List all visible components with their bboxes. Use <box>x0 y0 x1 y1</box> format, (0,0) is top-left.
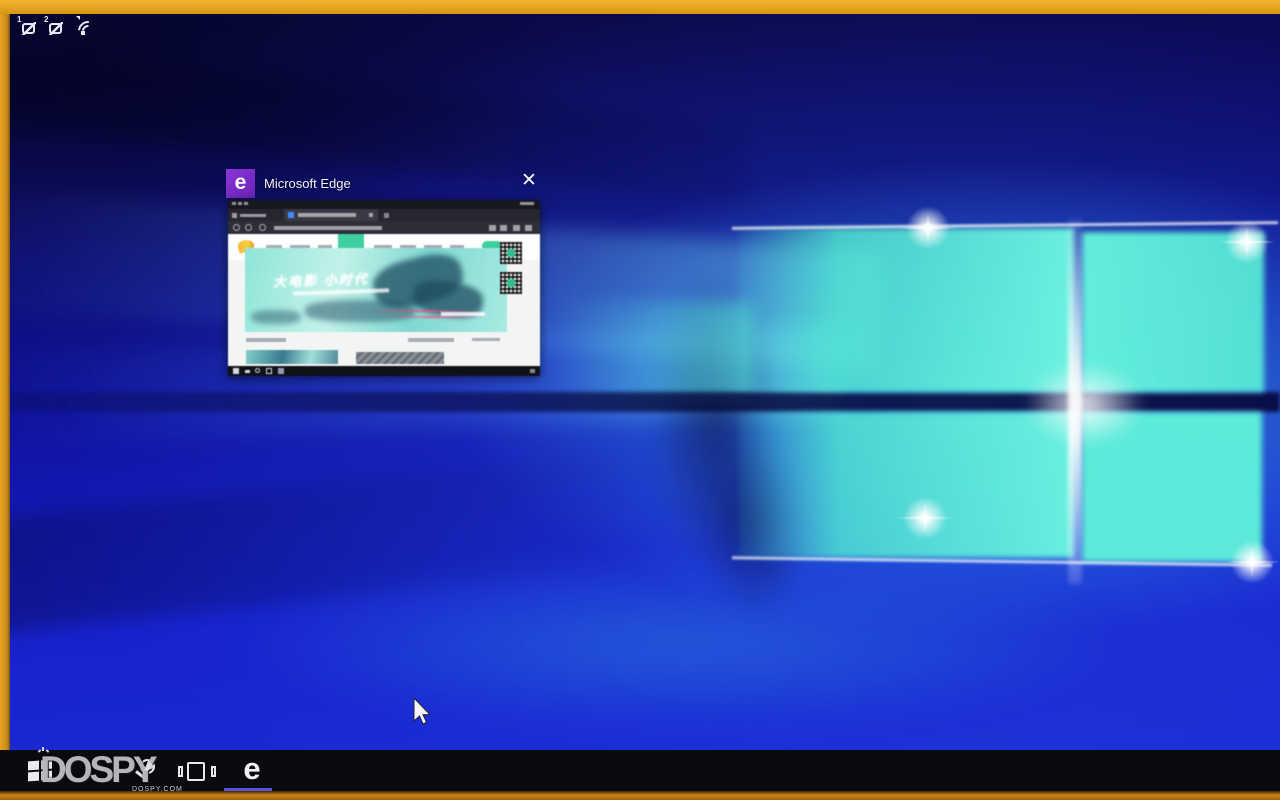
refresh-icon <box>259 224 266 231</box>
osd-badge: 1 <box>17 14 22 24</box>
task-view-card-title: Microsoft Edge <box>264 175 351 191</box>
start-button[interactable] <box>28 759 52 782</box>
back-icon <box>233 224 240 231</box>
hero-banner: 大电影 小时代 <box>245 248 507 332</box>
new-tab-icon <box>384 213 389 218</box>
mini-tray-icon <box>530 369 535 373</box>
task-view-card-edge[interactable]: e Microsoft Edge ✕ 大电影 小时代 <box>222 166 544 378</box>
mini-edge-icon <box>278 368 284 374</box>
search-icon <box>140 759 155 774</box>
task-view-icon-left <box>178 766 183 777</box>
screen-bezel-bottom <box>0 791 1280 800</box>
lens-flare-sparkle <box>1224 534 1280 590</box>
edge-active-indicator <box>224 788 272 791</box>
edge-taskbar-button[interactable]: e <box>234 751 270 787</box>
hero-banner-title: 大电影 小时代 <box>272 271 369 290</box>
desktop-wallpaper[interactable] <box>10 14 1280 750</box>
device-slash <box>22 21 36 35</box>
mini-camera-icon <box>266 368 272 374</box>
thumbnail-page-content: 大电影 小时代 <box>228 234 540 366</box>
device-2-no-signal-icon: 2 <box>44 15 64 35</box>
thumbnail-mini-taskbar <box>228 366 540 376</box>
thumbnail-tab-bar <box>228 209 540 221</box>
qr-code-bottom <box>500 272 522 294</box>
osd-badge: 2 <box>44 14 49 24</box>
mini-search-icon <box>255 368 260 373</box>
thumbnail-active-tab <box>284 209 378 221</box>
wallpaper-light-spill <box>558 302 753 400</box>
task-view-icon-center <box>187 762 205 781</box>
mini-start-icon <box>233 368 239 374</box>
tab-favicon <box>288 212 294 218</box>
taskbar: e DOSPY DOSPY.COM <box>0 747 1280 793</box>
osd-status-icons: 1 2 <box>17 14 180 46</box>
screen-bezel-top <box>0 0 1280 14</box>
lens-flare-sparkle <box>900 200 956 256</box>
video-thumbnail <box>356 352 444 364</box>
device-slash <box>49 21 63 35</box>
mini-back-icon <box>245 370 250 373</box>
lens-flare-sparkle <box>897 490 953 546</box>
task-view-icon-right <box>211 766 216 777</box>
close-icon[interactable]: ✕ <box>518 170 540 192</box>
wallpaper-glow <box>230 559 1130 729</box>
thumbnail-titlebar <box>228 200 540 209</box>
lens-flare-sparkle <box>1219 214 1275 270</box>
screen-bezel-left <box>0 14 10 793</box>
edge-logo-icon: e <box>226 168 255 198</box>
thumbnail-address-bar <box>228 221 540 234</box>
task-view-button[interactable] <box>178 762 216 781</box>
video-thumbnail <box>246 350 338 364</box>
windows-logo-center-glow <box>1025 362 1145 447</box>
task-view-card-header: e Microsoft Edge <box>226 168 544 198</box>
device-1-no-signal-icon: 1 <box>17 15 37 35</box>
mouse-cursor <box>413 696 435 734</box>
search-button[interactable] <box>132 758 160 784</box>
hero-banner-caption <box>441 312 485 316</box>
wifi-icon <box>73 16 103 46</box>
qr-code-top <box>500 242 522 264</box>
edge-window-thumbnail[interactable]: 大电影 小时代 <box>228 200 540 376</box>
forward-icon <box>245 224 252 231</box>
